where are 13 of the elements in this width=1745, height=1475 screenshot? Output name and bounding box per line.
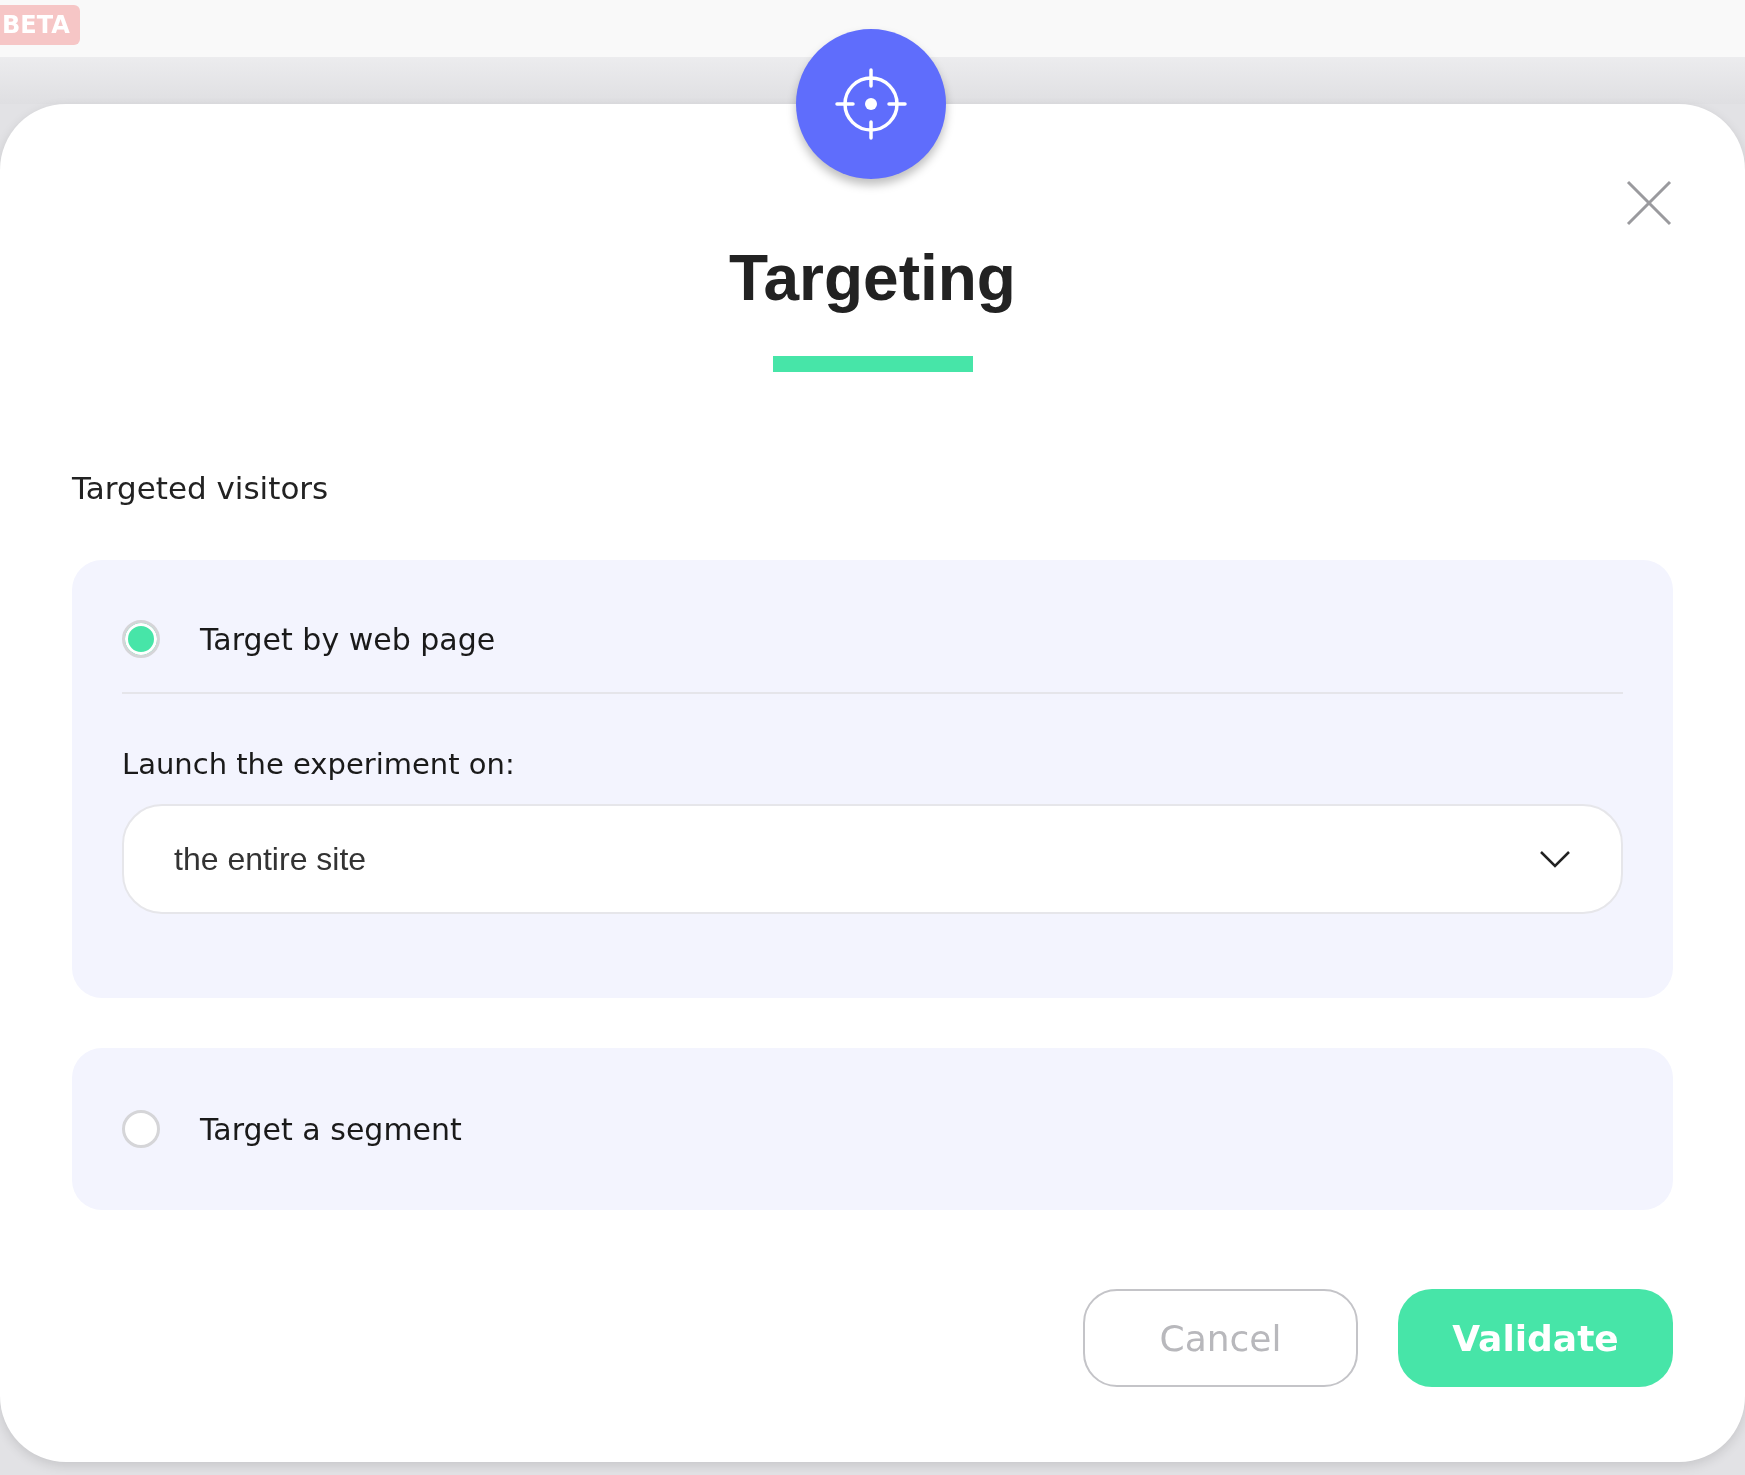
cancel-button[interactable]: Cancel: [1083, 1289, 1358, 1387]
beta-badge: BETA: [0, 5, 80, 45]
option-label: Target by web page: [200, 621, 496, 657]
close-icon[interactable]: [1626, 180, 1672, 226]
dialog-title: Targeting: [728, 241, 1017, 316]
field-label: Launch the experiment on:: [122, 746, 516, 783]
chevron-down-icon: [1539, 850, 1571, 868]
page-select[interactable]: the entire site: [122, 804, 1623, 914]
option-label: Target a segment: [200, 1111, 462, 1147]
validate-button[interactable]: Validate: [1398, 1289, 1673, 1387]
radio-button[interactable]: [122, 1110, 160, 1148]
radio-button[interactable]: [122, 620, 160, 658]
section-title: Targeted visitors: [72, 469, 330, 508]
